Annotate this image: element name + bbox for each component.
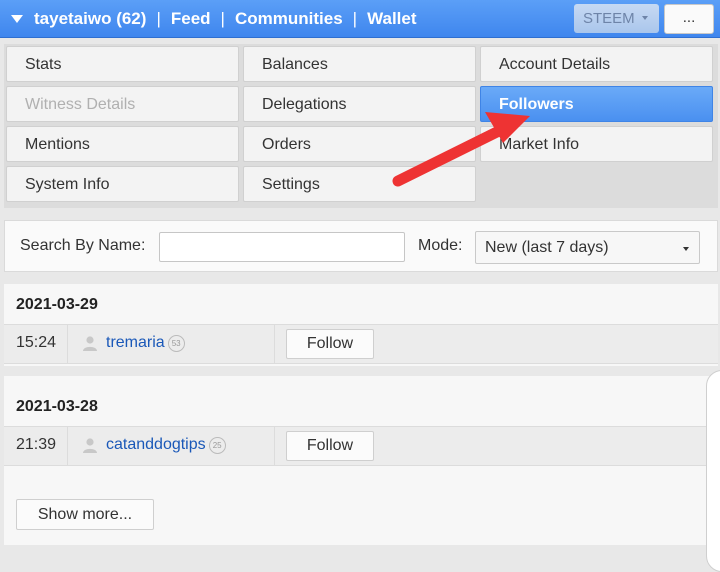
more-button[interactable]: ... — [664, 4, 714, 34]
menu-followers[interactable]: Followers — [480, 86, 713, 122]
mode-select-value: New (last 7 days) — [485, 239, 609, 256]
menu-mentions[interactable]: Mentions — [6, 126, 239, 162]
search-label: Search By Name: — [20, 237, 146, 254]
token-select[interactable]: STEEM — [574, 4, 659, 33]
date-heading: 2021-03-29 — [16, 296, 98, 313]
followers-list: 2021-03-29 15:24 tremaria 53 Follow 2021-… — [4, 284, 718, 545]
caret-down-icon[interactable] — [11, 15, 23, 23]
follower-name-link[interactable]: tremaria — [106, 334, 165, 351]
menu-stats[interactable]: Stats — [6, 46, 239, 82]
nav-separator: | — [220, 9, 225, 28]
menu-settings[interactable]: Settings — [243, 166, 476, 202]
reputation-badge: 25 — [208, 437, 226, 454]
follower-name-link[interactable]: catanddogtips — [106, 436, 206, 453]
menu-delegations[interactable]: Delegations — [243, 86, 476, 122]
mode-select[interactable]: New (last 7 days) — [475, 231, 700, 264]
show-more-button[interactable]: Show more... — [16, 499, 154, 530]
feed-link[interactable]: Feed — [171, 9, 211, 28]
follower-cell: catanddogtips 25 — [68, 427, 275, 465]
token-select-value: STEEM — [583, 10, 635, 27]
popup-edge — [706, 370, 720, 572]
wallet-link[interactable]: Wallet — [367, 9, 416, 28]
top-nav: tayetaiwo (62) | Feed | Communities | Wallet — [34, 9, 417, 29]
username-link[interactable]: tayetaiwo (62) — [34, 9, 146, 28]
nav-separator: | — [352, 9, 358, 28]
menu-witness-details: Witness Details — [6, 86, 239, 122]
nav-separator: | — [156, 9, 161, 28]
follower-cell: tremaria 53 — [68, 325, 275, 363]
menu-orders[interactable]: Orders — [243, 126, 476, 162]
menu-balances[interactable]: Balances — [243, 46, 476, 82]
follower-name-wrap: catanddogtips 25 — [106, 436, 226, 454]
follow-time: 21:39 — [4, 427, 68, 465]
follower-name-wrap: tremaria 53 — [106, 334, 185, 352]
date-heading: 2021-03-28 — [16, 398, 98, 415]
user-icon — [83, 438, 97, 453]
menu-market-info[interactable]: Market Info — [480, 126, 713, 162]
follow-button[interactable]: Follow — [286, 329, 374, 359]
reputation-badge: 53 — [167, 335, 185, 352]
follow-button[interactable]: Follow — [286, 431, 374, 461]
follow-time: 15:24 — [4, 325, 68, 363]
mode-label: Mode: — [418, 237, 463, 254]
menu-grid: Stats Balances Account Details Witness D… — [4, 44, 718, 208]
user-icon — [83, 336, 97, 351]
communities-link[interactable]: Communities — [235, 9, 343, 28]
list-item: 21:39 catanddogtips 25 Follow — [4, 426, 718, 466]
top-bar: tayetaiwo (62) | Feed | Communities | Wallet S… — [0, 0, 720, 38]
menu-system-info[interactable]: System Info — [6, 166, 239, 202]
list-item: 15:24 tremaria 53 Follow — [4, 324, 718, 364]
dropdown-arrow-icon — [642, 16, 648, 20]
dropdown-arrow-icon — [683, 247, 689, 251]
search-panel: Search By Name: Mode: New (last 7 days) — [4, 220, 718, 272]
search-input[interactable] — [159, 232, 405, 262]
divider — [4, 366, 718, 376]
menu-account-details[interactable]: Account Details — [480, 46, 713, 82]
